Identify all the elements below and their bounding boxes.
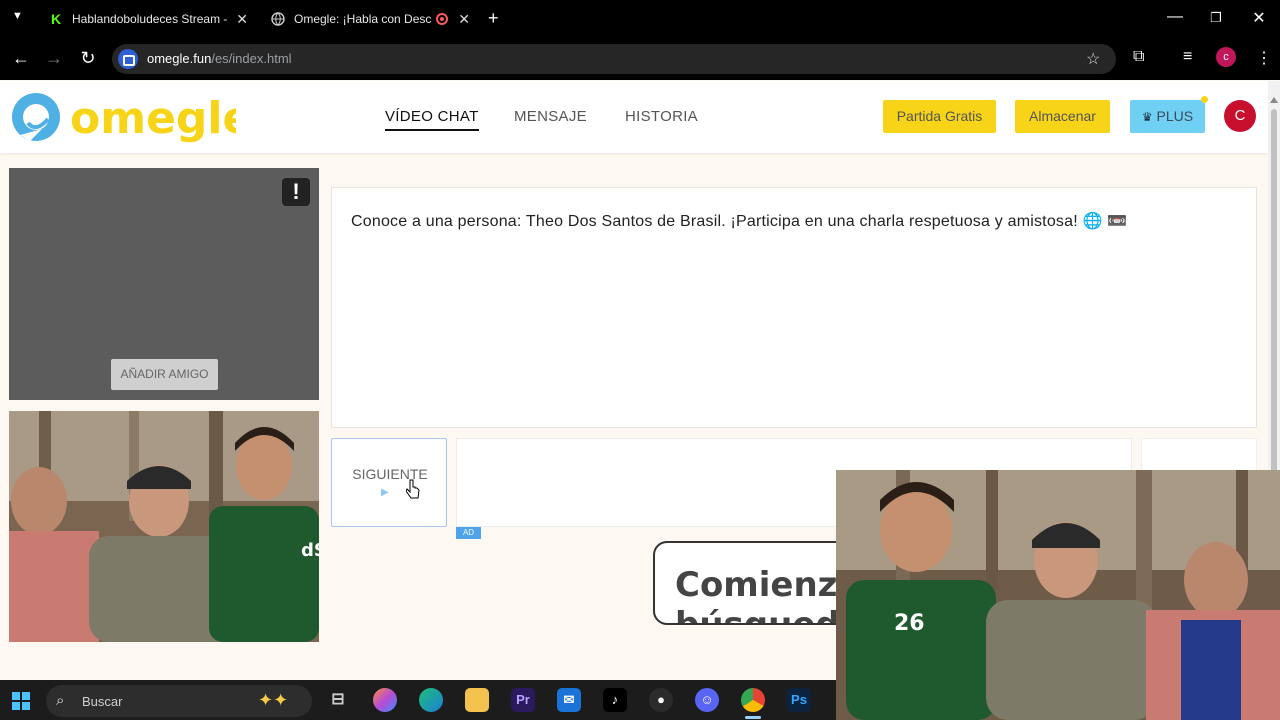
- new-tab-button[interactable]: +: [488, 8, 499, 29]
- media-controls-icon[interactable]: ≡: [1183, 48, 1192, 66]
- store-button[interactable]: Almacenar: [1015, 100, 1110, 133]
- close-tab-icon[interactable]: ✕: [236, 11, 248, 28]
- tab-hablandoboludeces[interactable]: K Hablandoboludeces Stream - W ✕: [38, 4, 256, 34]
- add-friend-button[interactable]: AÑADIR AMIGO: [111, 359, 218, 390]
- chat-log: Conoce a una persona: Theo Dos Santos de…: [331, 187, 1257, 428]
- task-view-icon[interactable]: ⊟: [326, 688, 350, 712]
- copilot-icon[interactable]: [373, 688, 397, 712]
- svg-text:dS: dS: [301, 540, 319, 561]
- extensions-icon[interactable]: ⧉: [1133, 48, 1144, 66]
- report-icon[interactable]: !: [282, 178, 310, 206]
- forward-icon[interactable]: →: [43, 48, 65, 69]
- chrome-icon[interactable]: [741, 688, 765, 712]
- nav-historia[interactable]: HISTORIA: [625, 108, 698, 125]
- globe-icon: [270, 11, 286, 27]
- browser-tab-strip: ▼ K Hablandoboludeces Stream - W ✕ Omegl…: [0, 0, 1280, 38]
- svg-text:26: 26: [894, 611, 925, 636]
- url-host: omegle.fun: [147, 51, 212, 66]
- omegle-logo[interactable]: omegle: [8, 89, 252, 147]
- notification-dot: [1201, 96, 1208, 103]
- chrome-active-indicator: [745, 716, 761, 719]
- ad-badge: AD: [456, 527, 481, 539]
- browser-toolbar: ← → ↻ omegle.fun/es/index.html ☆ ⧉ ≡ c ⋮: [0, 38, 1280, 80]
- tiktok-icon[interactable]: ♪: [603, 688, 627, 712]
- tab-search-chevron-icon[interactable]: ▼: [12, 10, 23, 22]
- recording-icon: [436, 13, 448, 25]
- close-tab-icon[interactable]: ✕: [458, 11, 470, 28]
- nav-video-chat[interactable]: VÍDEO CHAT: [385, 108, 479, 131]
- scroll-up-arrow-icon[interactable]: [1270, 97, 1278, 103]
- reload-icon[interactable]: ↻: [77, 48, 99, 69]
- address-bar[interactable]: omegle.fun/es/index.html ☆: [112, 44, 1116, 74]
- plus-label: PLUS: [1156, 108, 1194, 124]
- next-button-label: SIGUIENTE: [352, 466, 428, 482]
- url-text[interactable]: omegle.fun/es/index.html: [147, 51, 292, 66]
- tab-omegle[interactable]: Omegle: ¡Habla con Descon ✕: [260, 4, 478, 34]
- tab-title: Hablandoboludeces Stream - W: [72, 12, 230, 26]
- file-explorer-icon[interactable]: [465, 688, 489, 712]
- streamer-webcam-overlay: 26: [836, 470, 1280, 720]
- site-info-icon[interactable]: [118, 49, 138, 69]
- start-search-text: Comienza búsqueda: [675, 565, 853, 625]
- nav-mensaje[interactable]: MENSAJE: [514, 108, 587, 125]
- next-button[interactable]: SIGUIENTE ▶: [331, 438, 447, 527]
- obs-icon[interactable]: ●: [649, 688, 673, 712]
- discord-icon[interactable]: ☺: [695, 688, 719, 712]
- free-game-button[interactable]: Partida Gratis: [883, 100, 996, 133]
- back-icon[interactable]: ←: [10, 48, 32, 69]
- restore-icon[interactable]: ❐: [1206, 10, 1226, 26]
- edge-icon[interactable]: [419, 688, 443, 712]
- search-placeholder: Buscar: [82, 694, 123, 709]
- close-window-icon[interactable]: ✕: [1249, 8, 1269, 28]
- url-path: /es/index.html: [211, 51, 292, 66]
- system-message: Conoce a una persona: Theo Dos Santos de…: [351, 213, 1128, 230]
- minimize-icon[interactable]: —: [1165, 8, 1185, 26]
- windows-taskbar: ⌕ Buscar ✦✦ ⊟ Pr ✉ ♪ ● ☺ Ps: [0, 680, 836, 720]
- play-icon: ▶: [381, 487, 389, 498]
- sparkle-icon: ✦✦: [258, 690, 289, 710]
- kick-favicon-icon: K: [50, 11, 62, 27]
- self-video-panel: dS: [9, 411, 319, 642]
- tab-title: Omegle: ¡Habla con Descon: [294, 12, 432, 26]
- mouse-cursor-icon: [405, 479, 420, 504]
- bookmark-star-icon[interactable]: ☆: [1086, 49, 1100, 69]
- user-avatar[interactable]: C: [1224, 100, 1256, 132]
- crown-icon: ♛: [1141, 110, 1153, 124]
- search-icon: ⌕: [56, 692, 65, 709]
- outlook-icon[interactable]: ✉: [557, 688, 581, 712]
- site-header: omegle VÍDEO CHAT MENSAJE HISTORIA Parti…: [0, 81, 1268, 153]
- plus-button[interactable]: ♛ PLUS: [1130, 100, 1205, 133]
- taskbar-search[interactable]: ⌕ Buscar ✦✦: [46, 685, 312, 717]
- webcam-feed-image: dS: [9, 411, 319, 642]
- profile-avatar-small[interactable]: c: [1216, 47, 1236, 67]
- chrome-menu-icon[interactable]: ⋮: [1256, 48, 1272, 68]
- logo-wordmark: omegle: [70, 93, 236, 144]
- windows-start-icon[interactable]: [12, 692, 30, 710]
- premiere-icon[interactable]: Pr: [511, 688, 535, 712]
- start-search-card[interactable]: Comienza búsqueda: [653, 541, 853, 625]
- webcam-overlay-image: 26: [836, 470, 1280, 720]
- photoshop-icon[interactable]: Ps: [787, 688, 811, 712]
